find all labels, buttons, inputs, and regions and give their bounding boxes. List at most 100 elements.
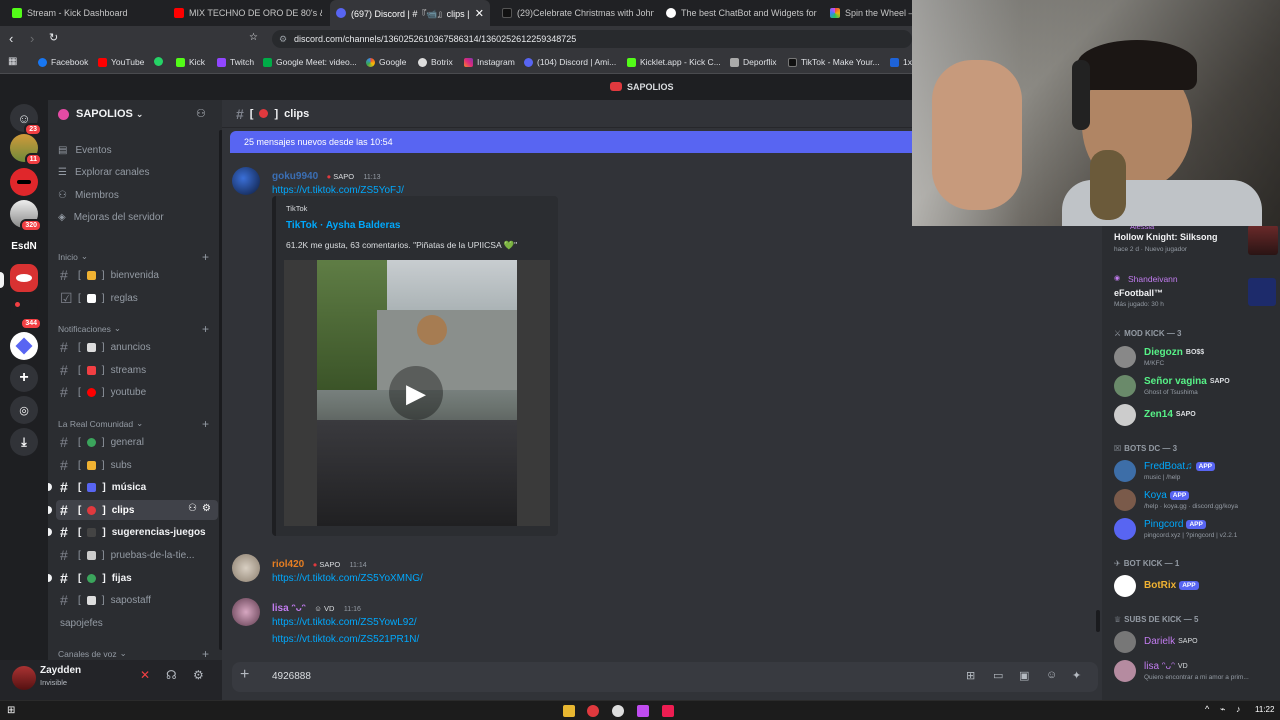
member-row[interactable]: BotRix APP [1114,573,1280,601]
file-explorer-icon[interactable] [563,705,575,717]
message-link[interactable]: https://vt.tiktok.com/ZS5YoFJ/ [272,185,404,196]
bookmark-1x[interactable]: 1x [890,57,912,67]
streamlabs-icon[interactable] [637,705,649,717]
video-player[interactable]: ▶ [284,260,550,526]
forward-icon[interactable]: › [30,31,34,46]
bookmark-kick[interactable]: Kick [176,57,205,67]
server-esdn[interactable]: EsdN [7,232,41,260]
play-icon[interactable]: ▶ [389,366,443,420]
nav-members[interactable]: ⚇ Miembros [58,185,218,205]
tab-kick-dashboard[interactable]: Stream - Kick Dashboard [6,0,164,26]
invite-icon[interactable]: ⚇ [188,503,197,514]
user-settings-gear-icon[interactable]: ⚙ [193,668,204,682]
bookmark-facebook[interactable]: Facebook [38,57,88,67]
add-channel-icon[interactable]: + [202,322,209,336]
invite-people-icon[interactable]: ⚇ [196,107,206,120]
apps-grid-icon[interactable]: ▦ [8,56,17,67]
mute-microphone-icon[interactable]: ✕ [140,668,150,682]
embed-title[interactable]: TikTok · Aysha Balderas [286,220,401,231]
member-row[interactable]: Koya APP /help · koya.gg · discord.gg/koy… [1114,487,1280,515]
channel-sugerencias-juegos[interactable]: #[] sugerencias-juegos [48,522,218,542]
channel-general[interactable]: #[] general [56,432,218,452]
add-channel-icon[interactable]: + [202,250,209,264]
apps-icon[interactable]: ✦ [1072,669,1081,682]
message-input[interactable]: 4926888 [272,671,311,682]
tab-discord[interactable]: (697) Discord | #『📹』clips | SAPOLIOS ✕ [330,0,490,26]
server-icon-5[interactable]: 344 [10,296,42,330]
tab-botrix[interactable]: The best ChatBot and Widgets for Ki [660,0,818,26]
gear-icon[interactable]: ⚙ [202,503,211,514]
sticker-icon[interactable]: ▣ [1019,669,1029,682]
member-row[interactable]: Zen14 SAPO [1114,402,1280,430]
member-row[interactable]: lisa ᵔᴗᵔ VD Quiero encontrar a mi amor a … [1114,658,1280,686]
direct-messages-button[interactable]: ☺ 23 [10,104,42,136]
add-channel-icon[interactable]: + [202,417,209,431]
server-header[interactable]: SAPOLIOS ⌄ ⚇ [48,100,222,130]
activity-card[interactable]: Alessia Hollow Knight: Silksong hace 2 d… [1114,222,1280,258]
server-icon-3[interactable]: 320 [10,200,42,232]
nav-server-boosts[interactable]: ◈ Mejoras del servidor [58,207,218,227]
category-la-real-comunidad[interactable]: La Real Comunidad ⌄ + [58,417,209,431]
category-inicio[interactable]: Inicio ⌄ + [58,250,209,264]
bookmark-discord[interactable]: (104) Discord | Ami... [524,57,616,67]
discover-button[interactable]: ◎ [10,396,38,424]
channel-musica[interactable]: #[] música [48,477,218,497]
reload-icon[interactable]: ↻ [49,31,58,44]
channel-fijas[interactable]: #[] fijas [48,568,218,588]
avatar[interactable] [232,598,260,626]
activity-card[interactable]: ◉ Shandeivann eFootball™ Más jugado: 30 … [1114,274,1280,308]
bookmark-tiktok[interactable]: TikTok - Make Your... [788,57,880,67]
message-link[interactable]: https://vt.tiktok.com/ZS521PR1N/ [272,634,419,645]
nav-browse-channels[interactable]: ☰ Explorar canales [58,162,218,182]
tab-spin-wheel[interactable]: Spin the Wheel – F [824,0,912,26]
category-notificaciones[interactable]: Notificaciones ⌄ + [58,322,209,336]
tab-tiktok[interactable]: (29)Celebrate Christmas with John C [496,0,654,26]
member-row[interactable]: Diegozn BO$$ M/KFC [1114,344,1280,372]
channel-sapojefes[interactable]: sapojefes [56,613,218,633]
server-icon-2[interactable] [10,168,38,196]
chat-scrollbar[interactable] [1096,610,1100,632]
bookmark-star-icon[interactable]: ☆ [249,32,258,43]
server-icon-6[interactable] [10,332,38,360]
gift-icon[interactable]: ⊞ [966,669,975,682]
back-icon[interactable]: ‹ [9,31,13,46]
avatar[interactable] [232,167,260,195]
nav-events[interactable]: ▤ Eventos [58,140,218,160]
member-row[interactable]: Pingcord APP pingcord.xyz | ?pingcord | v… [1114,516,1280,544]
channel-youtube[interactable]: #[] youtube [56,382,218,402]
volume-icon[interactable]: ♪ [1236,704,1241,714]
member-row[interactable]: Señor vagina SAPO Ghost of Tsushima [1114,373,1280,401]
network-icon[interactable]: ⌁ [1220,704,1225,715]
bookmark-botrix[interactable]: Botrix [418,57,453,67]
bookmark-instagram[interactable]: Instagram [464,57,515,67]
bookmark-deporflix[interactable]: Deporflix [730,57,777,67]
avatar[interactable] [12,666,36,690]
channel-sapostaff[interactable]: #[] sapostaff [56,590,218,610]
member-row[interactable]: Darielk SAPO [1114,629,1280,657]
channel-bienvenida[interactable]: #[] bienvenida [56,265,218,285]
bookmark-twitch[interactable]: Twitch [217,57,254,67]
member-row[interactable]: FredBoat♫ APP music | /help [1114,458,1280,486]
tab-youtube-mix[interactable]: MIX TECHNO DE ORO DE 80's & 90's [168,0,322,26]
close-tab-icon[interactable]: ✕ [475,7,484,20]
channel-clips[interactable]: #[] clips ⚇ ⚙ [48,500,218,520]
windows-start-icon[interactable]: ⊞ [7,705,15,716]
channel-subs[interactable]: #[] subs [56,455,218,475]
tray-chevron-icon[interactable]: ^ [1205,704,1209,714]
message-link[interactable]: https://vt.tiktok.com/ZS5YoXMNG/ [272,573,423,584]
channel-anuncios[interactable]: #[] anuncios [56,337,218,357]
bookmark-google[interactable]: Google [366,57,406,67]
bookmark-google-meet[interactable]: Google Meet: video... [263,57,357,67]
bookmark-kicklet[interactable]: Kicklet.app - Kick C... [627,57,721,67]
channel-streams[interactable]: #[] streams [56,360,218,380]
attach-plus-icon[interactable]: + [240,666,249,684]
avatar[interactable] [232,554,260,582]
bookmark-youtube[interactable]: YouTube [98,57,144,67]
channel-reglas[interactable]: ☑[] reglas [56,288,218,308]
new-messages-bar[interactable]: 25 mensajes nuevos desde las 10:54 [230,131,920,153]
browser-icon[interactable] [587,705,599,717]
tiktok-live-icon[interactable] [662,705,674,717]
obs-icon[interactable] [612,705,624,717]
server-icon-1[interactable]: 11 [10,134,42,166]
clock[interactable]: 11:22 [1255,705,1274,714]
